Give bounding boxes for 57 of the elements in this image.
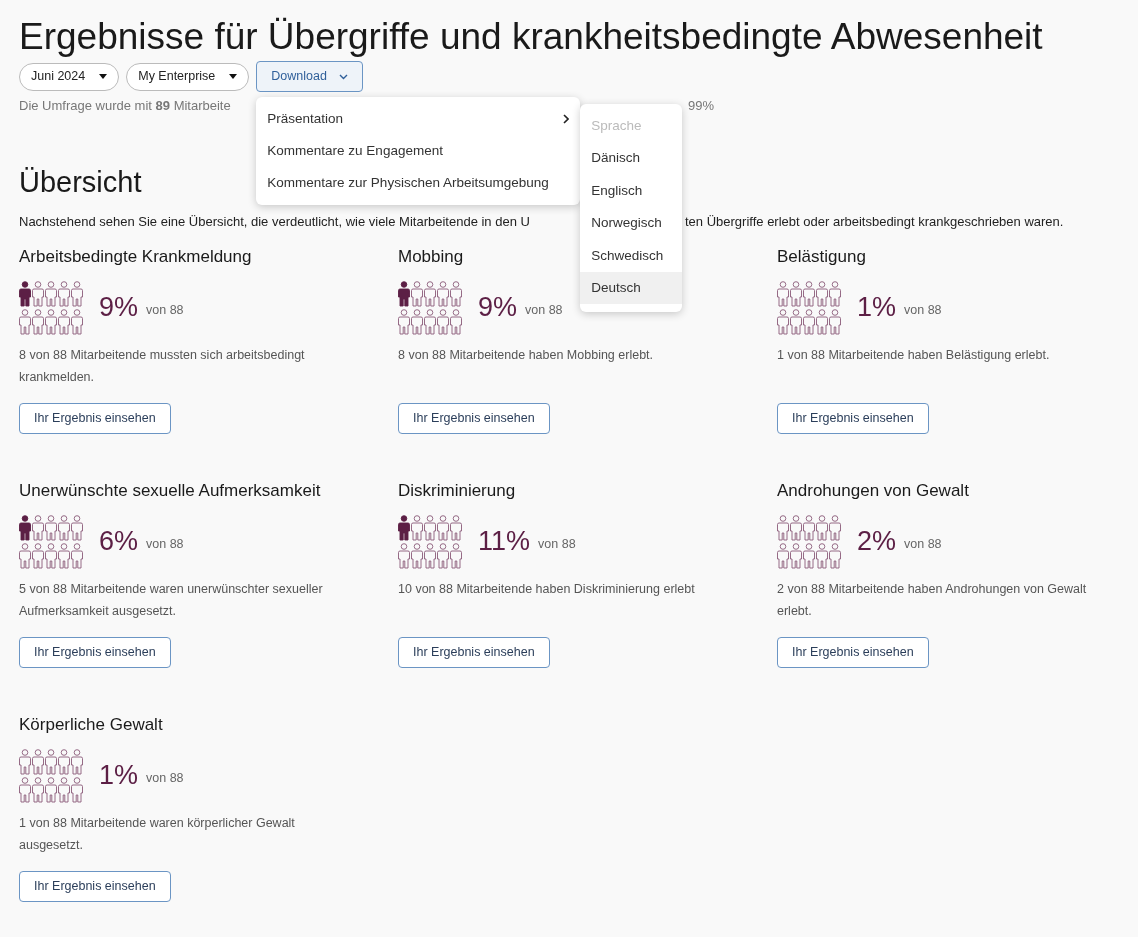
percent-value: 1%: [857, 291, 897, 325]
filter-dropdown[interactable]: My Enterprise: [126, 62, 250, 91]
section-heading: Übersicht: [19, 165, 142, 200]
percent-value: 11%: [478, 525, 531, 559]
chevron-down-icon: [338, 73, 348, 80]
count-label: von 88: [146, 770, 184, 788]
page-title: Ergebnisse für Übergriffe und krankheitsbedingte Abwesenheit: [19, 15, 1043, 59]
filter-dropdown[interactable]: Juni 2024: [19, 62, 120, 91]
count-label: von 88: [146, 536, 184, 554]
view-result-button[interactable]: Ihr Ergebnis einsehen: [19, 870, 171, 902]
card-description: 8 von 88 Mitarbeitende haben Mobbing erlebt.: [398, 346, 655, 364]
menu-item[interactable]: Englisch: [580, 174, 683, 208]
view-result-button[interactable]: Ihr Ergebnis einsehen: [19, 402, 171, 434]
card-title: Diskriminierung: [398, 479, 516, 502]
card-title: Unerwünschte sexuelle Aufmerksamkeit: [19, 479, 321, 502]
caret-down-icon: [99, 74, 108, 79]
overview-description: Nachstehend sehen Sie eine Übersicht, die verdeutlicht, wie viele Mitarbeitende in den U: [19, 213, 531, 231]
overview-description: ten Übergriffe erlebt oder arbeitsbedingt krankgeschrieben waren.: [685, 213, 1064, 231]
count-label: von 88: [904, 302, 942, 320]
menu-item[interactable]: Kommentare zur Physischen Arbeitsumgebung: [256, 167, 581, 199]
card-description: 1 von 88 Mitarbeitende waren körperlicher Gewalt ausgesetzt.: [19, 814, 296, 854]
percent-value: 2%: [857, 525, 897, 559]
view-result-button[interactable]: Ihr Ergebnis einsehen: [19, 636, 171, 668]
download-button[interactable]: Download: [256, 61, 363, 92]
view-result-button[interactable]: Ihr Ergebnis einsehen: [398, 636, 550, 668]
percent-value: 9%: [99, 291, 139, 325]
view-result-button[interactable]: Ihr Ergebnis einsehen: [777, 402, 929, 434]
card-description: 1 von 88 Mitarbeitende haben Belästigung erlebt.: [777, 346, 1051, 364]
card-title: Mobbing: [398, 245, 464, 268]
percent-value: 6%: [99, 525, 139, 559]
menu-item[interactable]: Norwegisch: [580, 207, 683, 240]
card-description: 8 von 88 Mitarbeitende mussten sich arbeitsbedingt krankmelden.: [19, 346, 306, 386]
view-result-button[interactable]: Ihr Ergebnis einsehen: [777, 636, 929, 668]
card-description: 5 von 88 Mitarbeitende waren unerwünschter sexueller Aufmerksamkeit ausgesetzt.: [19, 580, 324, 620]
menu-item[interactable]: Schwedisch: [580, 239, 683, 272]
menu-item[interactable]: Deutsch: [580, 271, 683, 305]
count-label: von 88: [538, 536, 576, 554]
menu-header: Sprache: [590, 117, 643, 136]
chevron-right-icon: [563, 114, 570, 124]
count-label: von 88: [904, 536, 942, 554]
count-label: von 88: [146, 302, 184, 320]
menu-item[interactable]: Dänisch: [580, 142, 683, 175]
menu-item[interactable]: Präsentation: [256, 103, 581, 135]
survey-info-text: Die Umfrage wurde mit 89 Mitarbeite: [19, 97, 232, 115]
card-title: Arbeitsbedingte Krankmeldung: [19, 245, 252, 268]
count-label: von 88: [525, 302, 563, 320]
caret-down-icon: [229, 74, 238, 79]
view-result-button[interactable]: Ihr Ergebnis einsehen: [398, 402, 550, 434]
menu-item[interactable]: Kommentare zu Engagement: [256, 135, 581, 167]
card-description: 2 von 88 Mitarbeitende haben Androhungen von Gewalt erlebt.: [777, 580, 1088, 620]
card-description: 10 von 88 Mitarbeitende haben Diskriminierung erlebt: [398, 580, 696, 598]
percent-value: 1%: [99, 759, 139, 793]
card-title: Androhungen von Gewalt: [777, 479, 969, 502]
card-title: Körperliche Gewalt: [19, 713, 163, 736]
percent-value: 9%: [478, 291, 518, 325]
response-rate-text: 99%: [688, 97, 715, 115]
card-title: Belästigung: [777, 245, 866, 268]
